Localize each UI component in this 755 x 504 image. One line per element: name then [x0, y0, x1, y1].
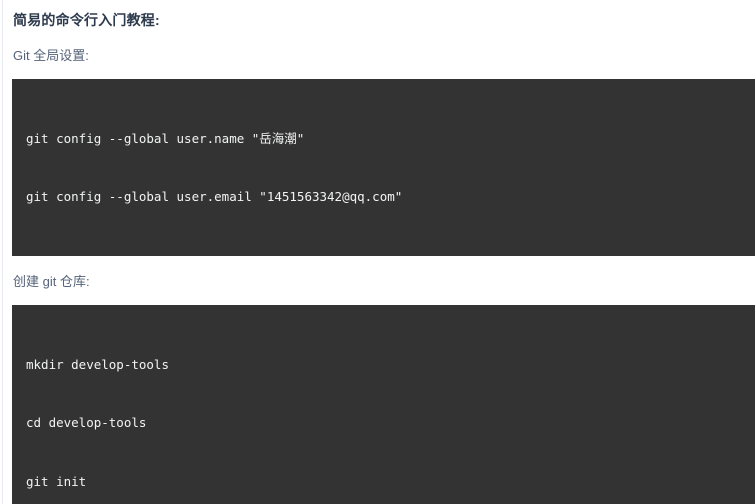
- page-root: 简易的命令行入门教程: Git 全局设置: git config --globa…: [0, 0, 755, 504]
- section-label-git-global-settings: Git 全局设置:: [13, 48, 89, 63]
- spacer-label-1: [12, 65, 755, 79]
- code-line: git config --global user.name "岳海潮": [26, 130, 305, 146]
- spacer-title: [12, 30, 755, 47]
- git-instructions-document: 简易的命令行入门教程: Git 全局设置: git config --globa…: [0, 0, 755, 504]
- code-block-create-git-repo[interactable]: mkdir develop-tools cd develop-tools git…: [12, 305, 755, 504]
- code-line: mkdir develop-tools: [26, 357, 169, 373]
- code-block-git-global-settings[interactable]: git config --global user.name "岳海潮" git …: [12, 79, 755, 257]
- spacer-label-2: [12, 291, 755, 305]
- section-label-create-git-repo: 创建 git 仓库:: [13, 274, 90, 290]
- code-line: cd develop-tools: [26, 415, 147, 431]
- code-line: git init: [26, 473, 87, 489]
- code-line: git config --global user.email "14515633…: [26, 189, 403, 205]
- spacer-code-1: [12, 256, 755, 273]
- page-title: 简易的命令行入门教程:: [13, 12, 160, 28]
